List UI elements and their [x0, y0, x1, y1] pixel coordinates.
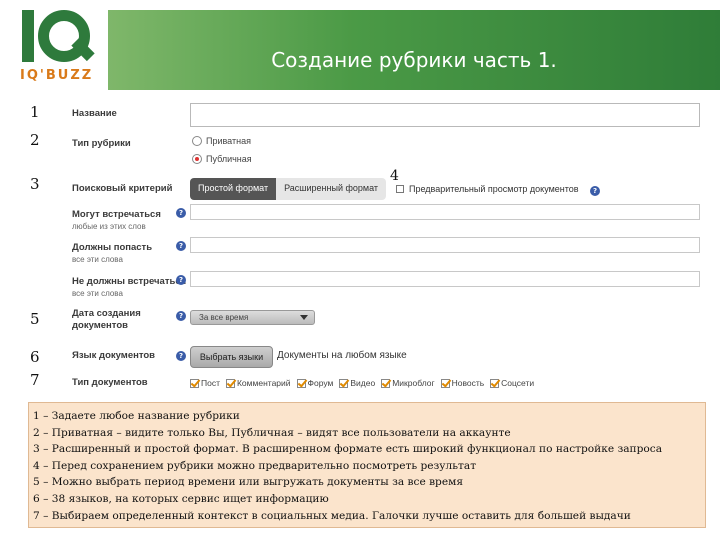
select-languages-button[interactable]: Выбрать языки: [190, 346, 273, 368]
note-7: 7 – Выбираем определенный контекст в соц…: [33, 509, 631, 522]
doc-type-microblog[interactable]: Микроблог: [381, 378, 435, 388]
marker-7: 7: [30, 371, 40, 389]
language-value: Документы на любом языке: [277, 350, 407, 361]
iqbuzz-logo: IQ'BUZZ: [18, 10, 104, 90]
radio-selected-icon: [192, 154, 202, 164]
search-criteria-label: Поисковый критерий: [72, 183, 173, 194]
doc-type-video[interactable]: Видео: [339, 378, 375, 388]
preview-label: Предварительный просмотр документов: [409, 184, 579, 194]
marker-4: 4: [390, 168, 399, 184]
checkbox-checked-icon: [296, 378, 306, 388]
title-bar: Создание рубрики часть 1.: [108, 10, 720, 90]
marker-2: 2: [30, 131, 40, 149]
radio-public-label: Публичная: [206, 154, 252, 164]
doc-types-label: Тип документов: [72, 377, 148, 388]
chevron-down-icon: [300, 315, 308, 320]
page-title: Создание рубрики часть 1.: [271, 48, 557, 72]
logo-letter-q: [38, 10, 95, 62]
help-icon[interactable]: ?: [176, 351, 186, 361]
marker-6: 6: [30, 348, 40, 366]
doc-type-label: Пост: [201, 378, 220, 388]
must-not-hint: все эти слова: [72, 289, 123, 298]
note-6: 6 – 38 языков, на которых сервис ищет ин…: [33, 492, 329, 505]
must-not-input[interactable]: [190, 271, 700, 287]
notes-panel: 1 – Задаете любое название рубрики 2 – П…: [28, 402, 706, 528]
name-input[interactable]: [190, 103, 700, 127]
date-label: Дата создания документов: [72, 308, 141, 331]
doc-type-label: Новость: [451, 378, 485, 388]
checkbox-checked-icon: [190, 378, 199, 388]
language-label: Язык документов: [72, 350, 156, 361]
marker-3: 3: [30, 175, 40, 193]
note-5: 5 – Можно выбрать период времени или выг…: [33, 476, 464, 489]
rubric-type-label: Тип рубрики: [72, 138, 131, 149]
help-icon[interactable]: ?: [176, 241, 186, 251]
tab-simple-format[interactable]: Простой формат: [190, 178, 277, 200]
must-have-input[interactable]: [190, 237, 700, 253]
must-not-label: Не должны встречаться: [72, 276, 187, 287]
help-icon[interactable]: ?: [176, 275, 186, 285]
help-icon[interactable]: ?: [176, 311, 186, 321]
marker-5: 5: [30, 310, 40, 328]
may-meet-label: Могут встречаться: [72, 209, 161, 220]
checkbox-checked-icon: [490, 378, 500, 388]
radio-private[interactable]: Приватная: [192, 136, 251, 146]
may-meet-hint: любые из этих слов: [72, 222, 146, 231]
checkbox-checked-icon: [225, 378, 235, 388]
radio-public[interactable]: Публичная: [192, 154, 252, 164]
note-3: 3 – Расширенный и простой формат. В расш…: [33, 443, 663, 456]
doc-type-label: Комментарий: [236, 378, 291, 388]
must-have-hint: все эти слова: [72, 255, 123, 264]
doc-types-list: Пост Комментарий Форум Видео Микроблог Н…: [190, 378, 540, 388]
logo-letter-i: [22, 10, 34, 62]
may-meet-input[interactable]: [190, 204, 700, 220]
tab-advanced-format[interactable]: Расширенный формат: [276, 178, 387, 200]
name-label: Название: [72, 108, 117, 119]
help-icon[interactable]: ?: [590, 186, 600, 196]
date-select-value: За все время: [199, 313, 249, 322]
doc-type-label: Микроблог: [392, 378, 435, 388]
help-icon[interactable]: ?: [176, 208, 186, 218]
radio-private-label: Приватная: [206, 136, 251, 146]
doc-type-post[interactable]: Пост: [190, 378, 220, 388]
doc-type-news[interactable]: Новость: [440, 378, 485, 388]
doc-type-comment[interactable]: Комментарий: [225, 378, 291, 388]
doc-type-label: Форум: [307, 378, 334, 388]
logo-mark: [22, 10, 95, 62]
must-have-label: Должны попасть: [72, 242, 153, 253]
format-tabs: Простой формат Расширенный формат: [190, 178, 387, 200]
radio-icon: [192, 136, 202, 146]
doc-type-label: Видео: [350, 378, 376, 388]
doc-type-label: Соцсети: [501, 378, 535, 388]
checkbox-checked-icon: [381, 378, 391, 388]
note-1: 1 – Задаете любое название рубрики: [33, 410, 240, 422]
doc-type-forum[interactable]: Форум: [296, 378, 334, 388]
checkbox-checked-icon: [440, 378, 450, 388]
doc-type-social[interactable]: Соцсети: [490, 378, 534, 388]
logo-text: IQ'BUZZ: [20, 68, 94, 83]
note-2: 2 – Приватная – видите только Вы, Публич…: [33, 426, 511, 439]
checkbox-checked-icon: [339, 378, 349, 388]
preview-toggle[interactable]: Предварительный просмотр документов: [396, 184, 579, 194]
marker-1: 1: [30, 103, 40, 121]
date-select[interactable]: За все время: [190, 310, 315, 325]
preview-checkbox[interactable]: [396, 185, 404, 193]
note-4: 4 – Перед сохранением рубрики можно пред…: [33, 459, 477, 472]
